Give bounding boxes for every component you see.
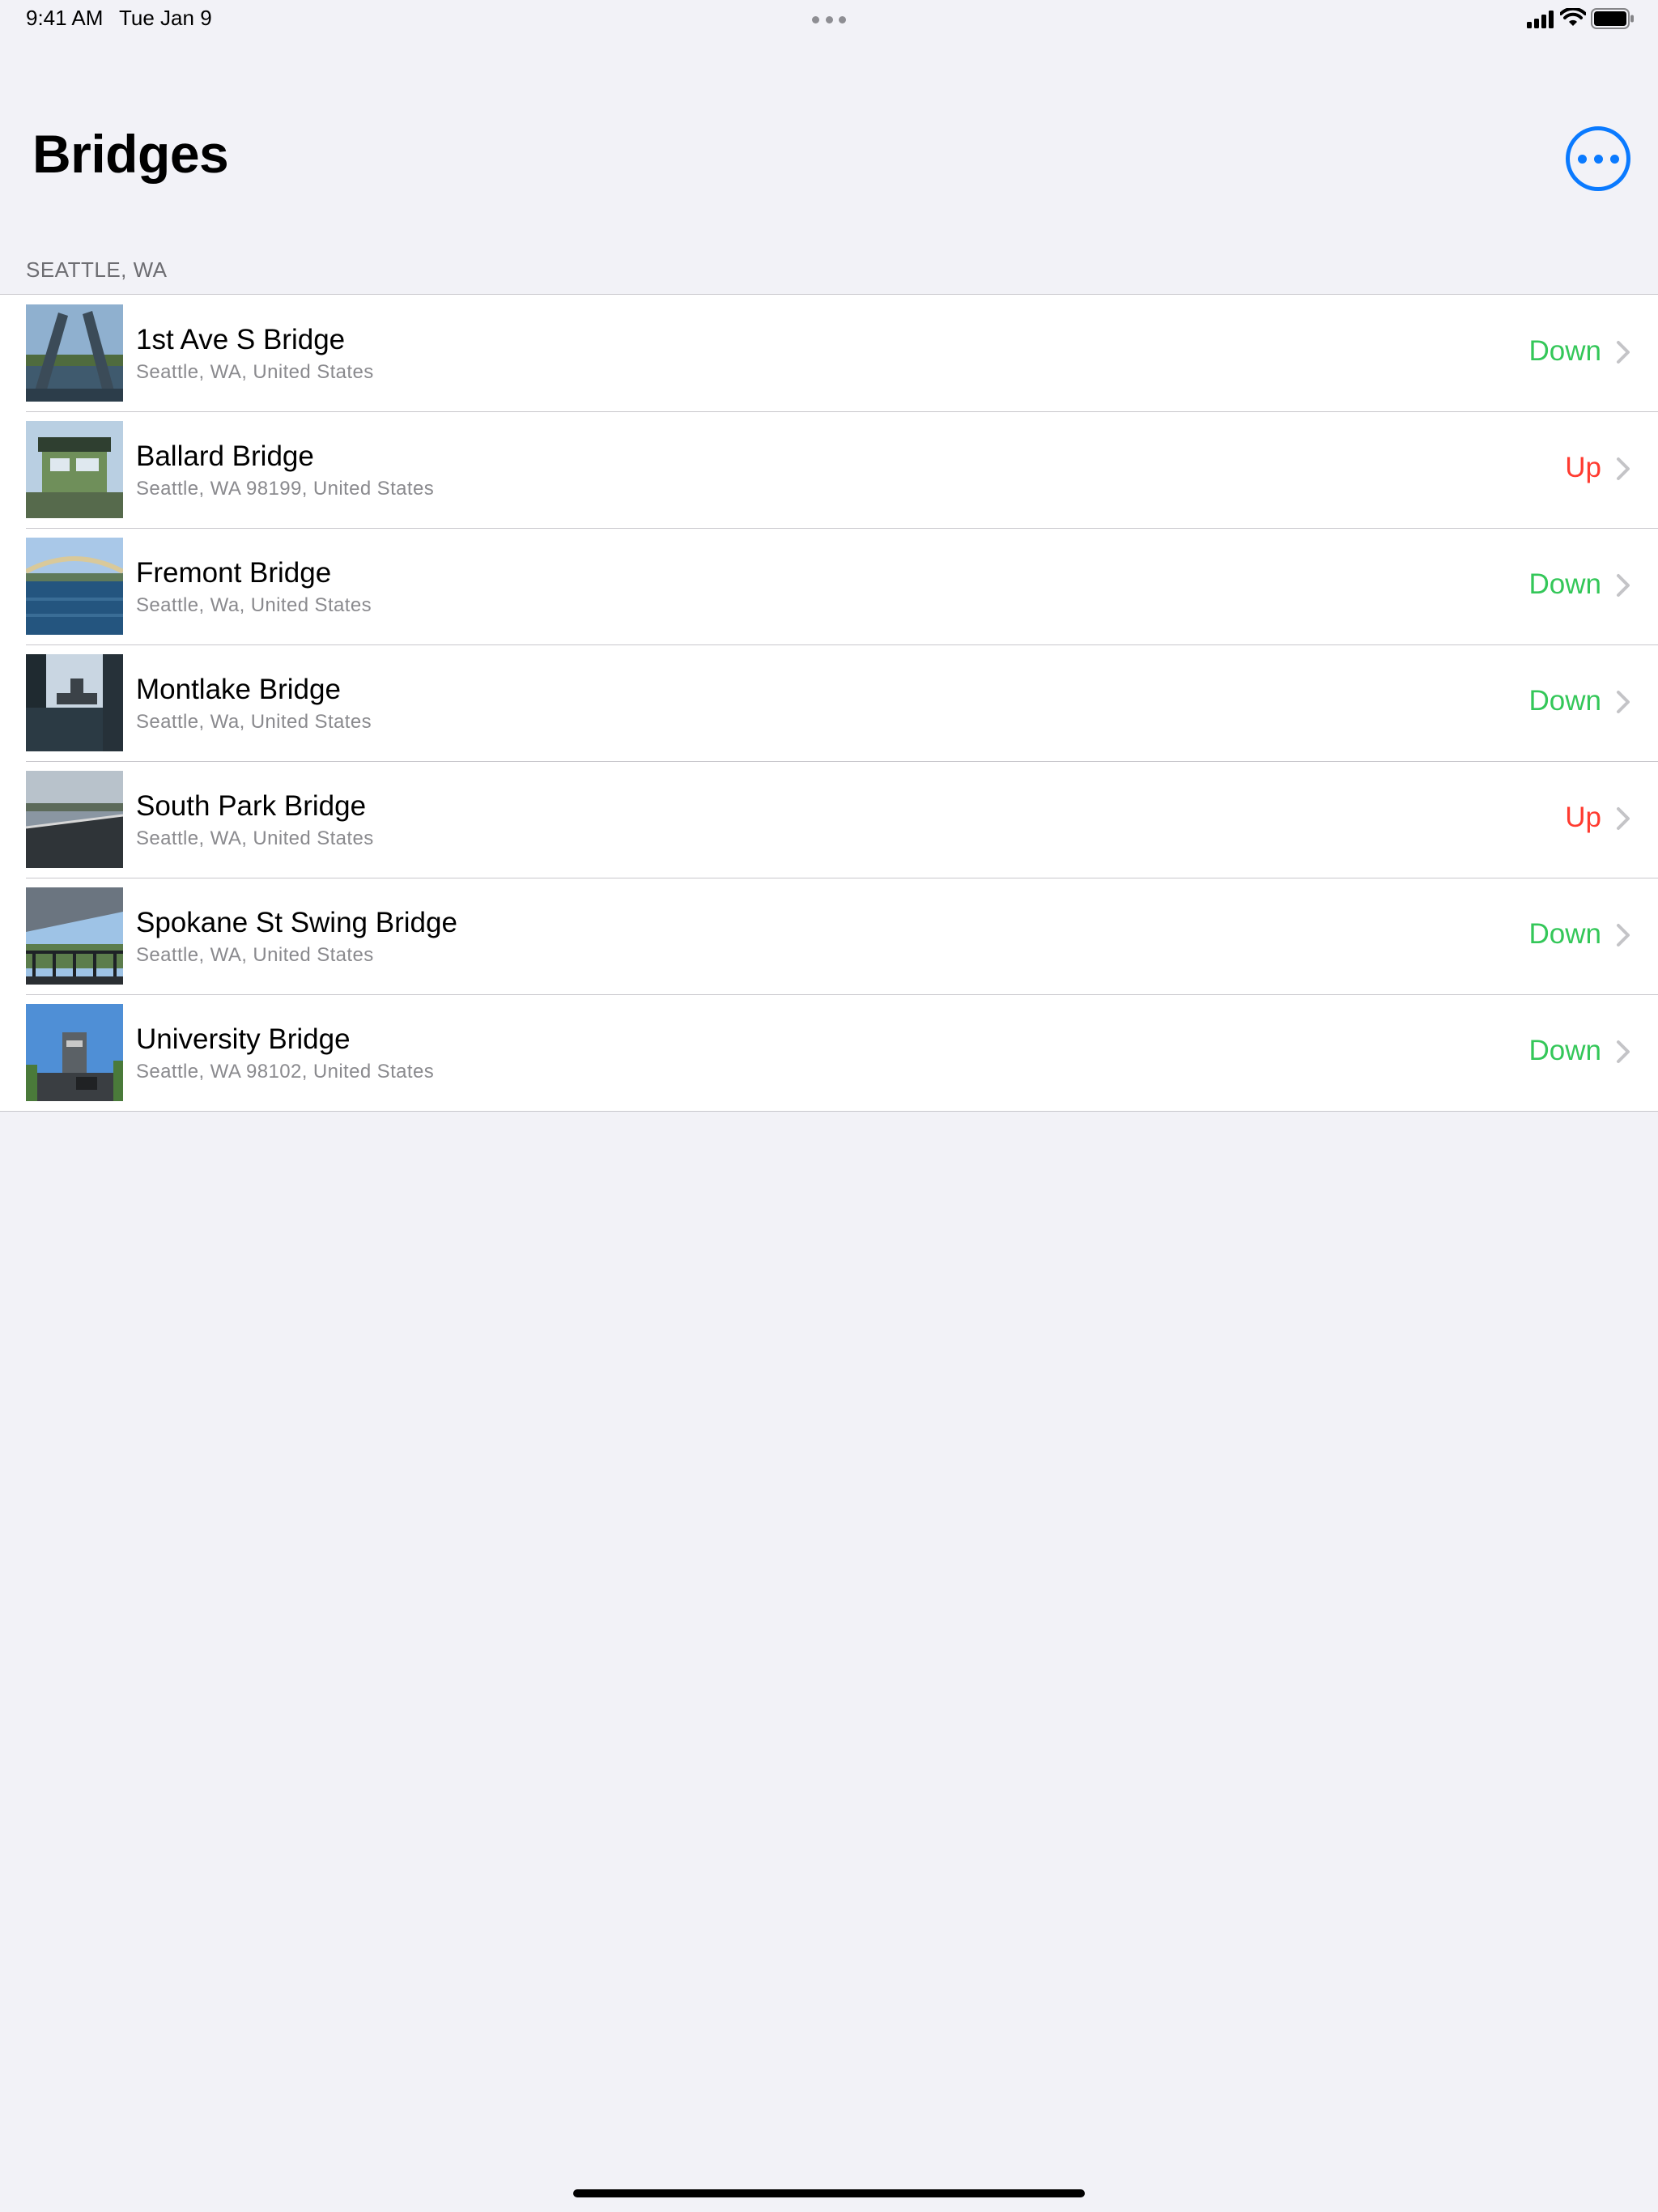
bridge-name: 1st Ave S Bridge (136, 324, 346, 355)
bridge-status: Down (1528, 335, 1601, 367)
bridge-address: Seattle, Wa, United States (136, 711, 372, 733)
bridge-name: Montlake Bridge (136, 674, 341, 705)
status-date: Tue Jan 9 (119, 6, 212, 30)
battery-icon (1591, 8, 1634, 29)
wifi-icon (1560, 8, 1586, 26)
chevron-right-icon (1617, 457, 1630, 480)
bridges-screen: 9:41 AM Tue Jan 9 Bridges SEATTLE, WA 1s… (0, 0, 1658, 2212)
bridge-address: Seattle, WA, United States (136, 361, 374, 383)
bridge-address: Seattle, Wa, United States (136, 594, 372, 616)
bridge-name: Ballard Bridge (136, 440, 314, 472)
bridge-status: Up (1565, 802, 1601, 833)
bridge-status: Up (1565, 452, 1601, 483)
cellular-signal-icon (1527, 11, 1554, 28)
bridge-row[interactable]: Fremont Bridge Seattle, Wa, United State… (0, 528, 1658, 644)
ellipsis-dot (1609, 154, 1619, 164)
bridge-thumbnail (26, 538, 123, 635)
bridge-thumbnail (26, 421, 123, 518)
bridge-thumbnail (26, 1004, 123, 1101)
section-header: SEATTLE, WA (26, 257, 168, 282)
bridge-list: 1st Ave S Bridge Seattle, WA, United Sta… (0, 294, 1658, 1112)
bridge-row[interactable]: South Park Bridge Seattle, WA, United St… (0, 761, 1658, 878)
bridge-status: Down (1528, 918, 1601, 950)
chevron-right-icon (1617, 574, 1630, 597)
bridge-row[interactable]: University Bridge Seattle, WA 98102, Uni… (0, 994, 1658, 1111)
ellipsis-dot (1593, 154, 1603, 164)
multitasking-dots-icon[interactable] (812, 16, 846, 24)
bridge-address: Seattle, WA, United States (136, 827, 374, 849)
page-title: Bridges (32, 124, 229, 184)
chevron-right-icon (1617, 341, 1630, 364)
chevron-right-icon (1617, 1040, 1630, 1063)
bridge-row[interactable]: 1st Ave S Bridge Seattle, WA, United Sta… (0, 295, 1658, 411)
bridge-name: Spokane St Swing Bridge (136, 907, 457, 938)
bridge-address: Seattle, WA 98102, United States (136, 1061, 435, 1083)
bridge-status: Down (1528, 568, 1601, 600)
bridge-status: Down (1528, 685, 1601, 717)
home-indicator[interactable] (573, 2189, 1085, 2197)
bridge-status: Down (1528, 1035, 1601, 1066)
bridge-thumbnail (26, 887, 123, 985)
chevron-right-icon (1617, 924, 1630, 946)
chevron-right-icon (1617, 807, 1630, 830)
bridge-name: South Park Bridge (136, 790, 367, 822)
bridge-name: Fremont Bridge (136, 557, 332, 589)
status-bar: 9:41 AM Tue Jan 9 (0, 0, 1658, 39)
bridge-thumbnail (26, 771, 123, 868)
bridge-thumbnail (26, 304, 123, 402)
bridge-row[interactable]: Spokane St Swing Bridge Seattle, WA, Uni… (0, 878, 1658, 994)
bridge-address: Seattle, WA 98199, United States (136, 478, 435, 500)
status-time: 9:41 AM (26, 6, 104, 30)
chevron-right-icon (1617, 691, 1630, 713)
more-options-button[interactable] (1566, 126, 1630, 191)
bridge-name: University Bridge (136, 1023, 351, 1055)
bridge-thumbnail (26, 654, 123, 751)
bridge-row[interactable]: Ballard Bridge Seattle, WA 98199, United… (0, 411, 1658, 528)
bridge-row[interactable]: Montlake Bridge Seattle, Wa, United Stat… (0, 644, 1658, 761)
bridge-address: Seattle, WA, United States (136, 944, 374, 966)
ellipsis-circle-icon (1577, 154, 1587, 164)
